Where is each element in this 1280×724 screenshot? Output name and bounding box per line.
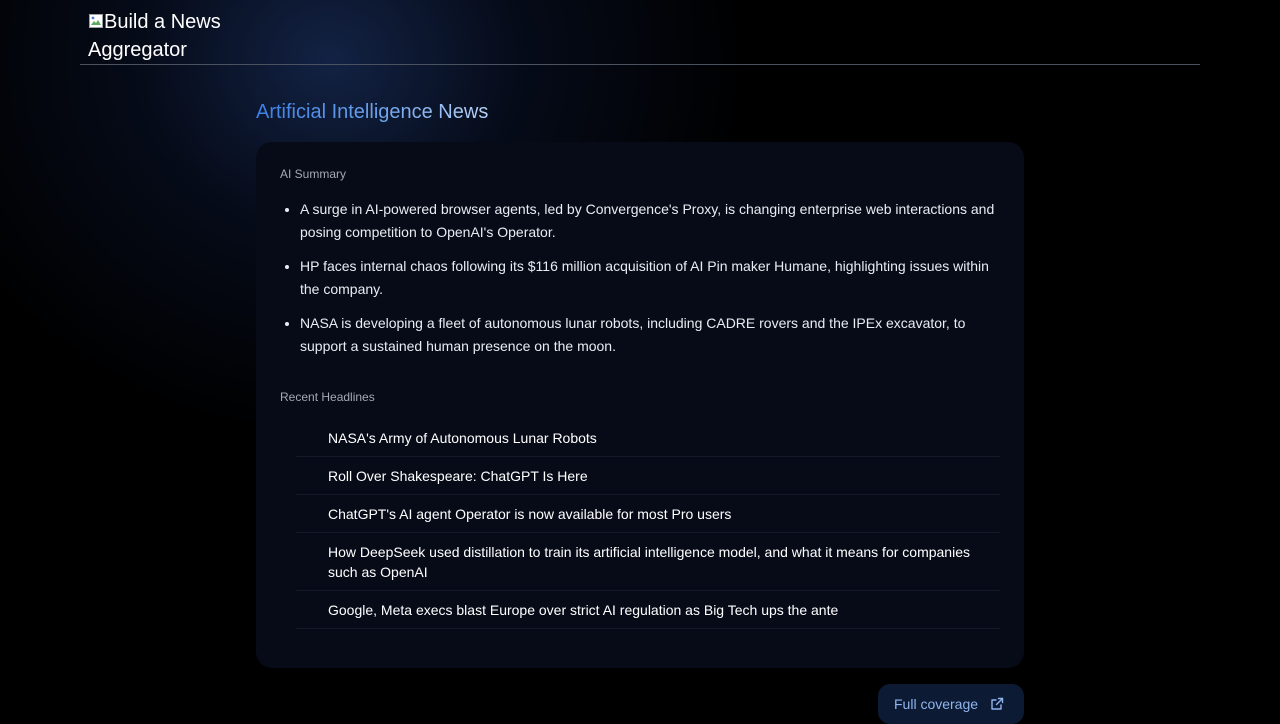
ai-summary-label: AI Summary: [280, 167, 347, 181]
full-coverage-button[interactable]: Full coverage: [878, 684, 1024, 724]
headlines-list: NASA's Army of Autonomous Lunar Robots R…: [296, 419, 1000, 629]
site-header: Build a News Aggregator: [80, 0, 1200, 65]
external-link-icon: [991, 697, 1004, 710]
broken-image-icon: [88, 13, 104, 29]
logo-link[interactable]: Build a News Aggregator: [88, 8, 238, 64]
logo-alt-text: Build a News Aggregator: [88, 11, 221, 61]
headline-item[interactable]: ChatGPT's AI agent Operator is now avail…: [296, 495, 1000, 533]
summary-item: A surge in AI-powered browser agents, le…: [300, 198, 1000, 244]
news-card: AI Summary A surge in AI-powered browser…: [256, 142, 1024, 668]
page-title: Artificial Intelligence News: [256, 101, 489, 123]
ai-summary-list: A surge in AI-powered browser agents, le…: [280, 198, 1000, 358]
headline-item[interactable]: NASA's Army of Autonomous Lunar Robots: [296, 419, 1000, 457]
headline-item[interactable]: How DeepSeek used distillation to train …: [296, 533, 1000, 591]
recent-headlines-label: Recent Headlines: [280, 390, 375, 404]
summary-item: NASA is developing a fleet of autonomous…: [300, 312, 1000, 358]
headline-item[interactable]: Roll Over Shakespeare: ChatGPT Is Here: [296, 457, 1000, 495]
headline-item[interactable]: Google, Meta execs blast Europe over str…: [296, 591, 1000, 629]
summary-item: HP faces internal chaos following its $1…: [300, 255, 1000, 301]
full-coverage-label: Full coverage: [894, 696, 979, 712]
